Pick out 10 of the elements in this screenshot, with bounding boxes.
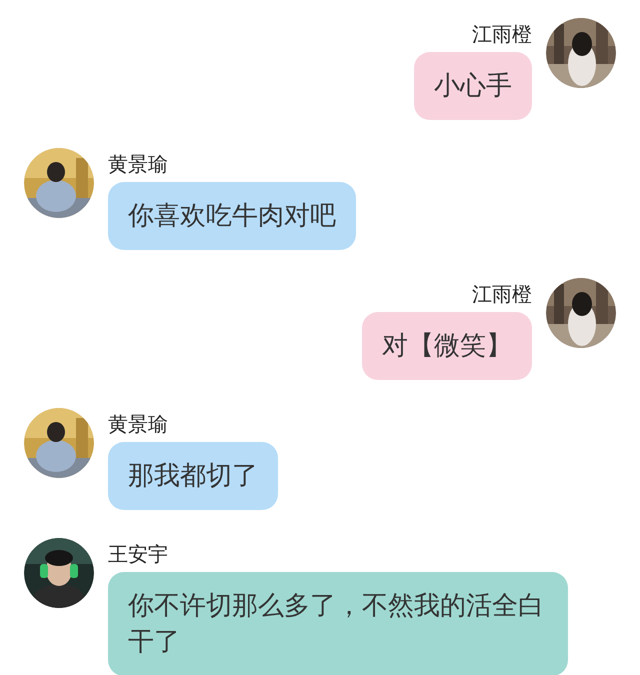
message-bubble: 对【微笑】 (362, 312, 532, 380)
sender-name: 江雨橙 (472, 22, 532, 46)
message-bubble: 那我都切了 (108, 442, 278, 510)
message-bubble: 小心手 (414, 52, 532, 120)
sender-name: 江雨橙 (472, 282, 532, 306)
sender-name: 王安宇 (108, 542, 168, 566)
message-bubble: 你不许切那么多了，不然我的活全白干了 (108, 572, 568, 675)
sender-name: 黄景瑜 (108, 412, 168, 436)
message-bubble: 你喜欢吃牛肉对吧 (108, 182, 356, 250)
sender-name: 黄景瑜 (108, 152, 168, 176)
